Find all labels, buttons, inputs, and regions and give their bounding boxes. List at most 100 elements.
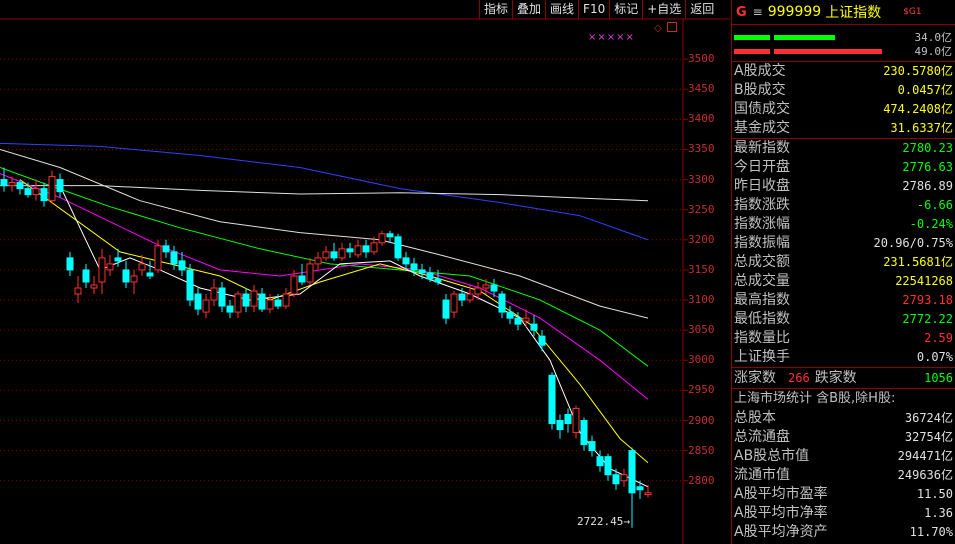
tick-label: 3350 — [688, 142, 715, 156]
candle-up — [90, 284, 98, 289]
square-icon[interactable] — [667, 22, 677, 32]
candle-up — [290, 275, 298, 295]
candle-down — [538, 335, 546, 346]
candle-up — [282, 293, 290, 307]
candle-down — [556, 420, 564, 431]
chart-toolbar: 指标 叠加 画线 F10 标记 +自选 返回 — [479, 0, 718, 19]
candle-up — [620, 474, 628, 482]
index_stats-label: 指数量比 — [734, 330, 790, 346]
candle-down — [242, 293, 250, 307]
turnover-value: 31.6337亿 — [890, 121, 953, 135]
bar2-value: 49.0亿 — [914, 45, 953, 58]
index_stats-value: -6.66 — [916, 198, 953, 212]
index_stats-label: 今日开盘 — [734, 159, 790, 175]
overlay-button[interactable]: 叠加 — [512, 0, 545, 19]
index_stats-value: 0.07% — [916, 350, 953, 364]
flow-bars: 34.0亿 49.0亿 — [732, 25, 955, 62]
tick-label: 3150 — [688, 262, 715, 276]
market_stats-value: 1.36 — [924, 506, 953, 520]
candle-up — [378, 233, 386, 244]
candle-up — [322, 251, 330, 259]
candle-down — [66, 257, 74, 271]
market_stats-row: 流通市值 249636亿 — [732, 466, 955, 485]
candle-up — [130, 275, 138, 283]
event-markers[interactable]: ××××× — [588, 32, 635, 43]
candle-up — [450, 293, 458, 313]
candle-down — [580, 420, 588, 446]
tick-label: 3400 — [688, 112, 715, 126]
candle-down — [258, 293, 266, 310]
index_stats-value: 2793.18 — [902, 293, 953, 307]
candle-up — [572, 407, 580, 434]
index_stats-label: 指数涨跌 — [734, 197, 790, 213]
draw-line-button[interactable]: 画线 — [545, 0, 578, 19]
candle-up — [466, 293, 474, 301]
candle-down — [274, 299, 282, 307]
index_stats-row: 最新指数 2780.23 — [732, 139, 955, 158]
candle-down — [330, 251, 338, 259]
index_stats-row: 今日开盘 2776.63 — [732, 158, 955, 177]
candle-down — [114, 257, 122, 262]
candle-down — [604, 456, 612, 476]
candle-down — [56, 179, 64, 193]
index_stats-row: 上证换手 0.07% — [732, 348, 955, 367]
index_stats-value: 20.96/0.75% — [873, 236, 953, 250]
candle-down — [0, 179, 8, 187]
market_stats-label: A股平均市盈率 — [734, 486, 828, 502]
candle-down — [442, 299, 450, 319]
candle-down — [162, 245, 170, 253]
menu-icon[interactable]: ≡ — [753, 5, 763, 19]
mark-button[interactable]: 标记 — [609, 0, 642, 19]
candle-up — [202, 299, 210, 313]
up-count-label: 涨家数 — [734, 370, 776, 386]
candle-down — [636, 486, 644, 491]
index-name: 上证指数 — [825, 5, 882, 21]
kline-chart-area[interactable]: 指标 叠加 画线 F10 标记 +自选 返回 ××××× ◇ 2722.45→ … — [0, 0, 730, 544]
candle-down — [490, 284, 498, 292]
tick-label: 2850 — [688, 443, 715, 457]
panel-title: G ≡ 999999 上证指数 $G1 — [732, 0, 955, 25]
f10-button[interactable]: F10 — [578, 0, 609, 19]
kline-chart[interactable] — [0, 0, 730, 544]
back-button[interactable]: 返回 — [685, 0, 718, 19]
indicator-button[interactable]: 指标 — [479, 0, 512, 19]
candle-down — [434, 278, 442, 283]
candle-down — [530, 323, 538, 331]
add-watchlist-button[interactable]: +自选 — [642, 0, 685, 19]
candle-down — [186, 269, 194, 301]
candle-up — [354, 245, 362, 256]
index_stats-row: 指数涨跌 -6.66 — [732, 196, 955, 215]
candle-up — [522, 317, 530, 322]
diamond-icon[interactable]: ◇ — [654, 23, 662, 34]
tick-label: 3200 — [688, 232, 715, 246]
candle-up — [370, 242, 378, 253]
candle-down — [402, 257, 410, 265]
candle-down — [40, 188, 48, 202]
market_stats-label: A股平均净资产 — [734, 524, 828, 540]
quote-panel: G ≡ 999999 上证指数 $G1 34.0亿 49.0亿 A股成交 230.… — [731, 0, 955, 544]
down-count-value: 1056 — [924, 371, 953, 385]
candle-up — [32, 188, 40, 196]
candle-up — [482, 284, 490, 289]
tick-label: 3050 — [688, 323, 715, 337]
tick-label: 3000 — [688, 353, 715, 367]
index_stats-value: 22541268 — [895, 274, 953, 288]
candle-down — [514, 317, 522, 325]
ma30-line — [0, 167, 649, 367]
candle-down — [506, 311, 514, 319]
index_stats-row: 最高指数 2793.18 — [732, 291, 955, 310]
g-icon[interactable]: G — [736, 5, 747, 20]
index-stats-section: 最新指数 2780.23 今日开盘 2776.63 昨日收盘 2786.89 指数涨跌 -6.… — [732, 139, 955, 368]
candle-down — [16, 182, 24, 190]
outflow-bar — [734, 49, 770, 54]
candle-down — [612, 474, 620, 485]
sg-badge[interactable]: $G1 — [903, 7, 921, 17]
turnover-row: 国债成交 474.2408亿 — [732, 100, 955, 119]
market_stats-row: AB股总市值 294471亿 — [732, 447, 955, 466]
lowest-price-label: 2722.45→ — [577, 515, 630, 528]
candle-up — [210, 287, 218, 301]
candle-down — [386, 233, 394, 238]
index_stats-row: 指数量比 2.59 — [732, 329, 955, 348]
candle-up — [306, 263, 314, 283]
turnover-label: A股成交 — [734, 63, 786, 79]
